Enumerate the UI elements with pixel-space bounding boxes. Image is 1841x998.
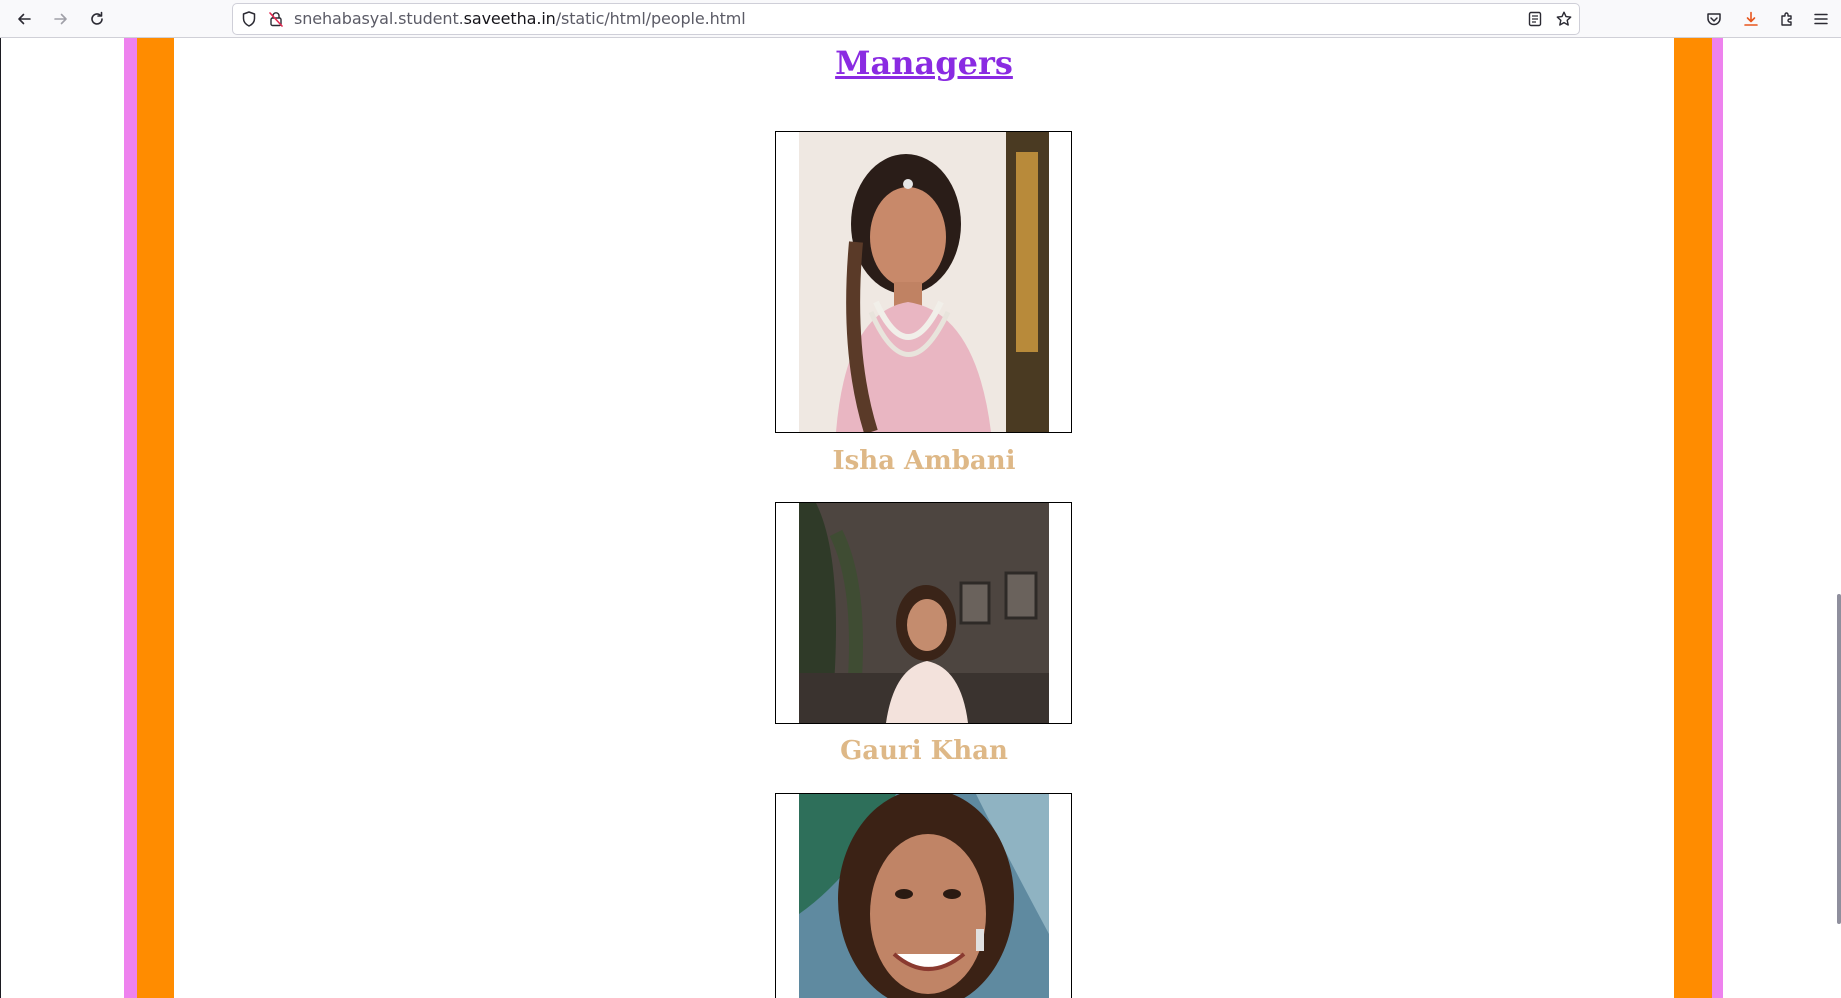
- address-bar[interactable]: snehabasyal.student.saveetha.in/static/h…: [232, 3, 1580, 35]
- person-photo-3: [775, 793, 1072, 998]
- right-pink-border: [1712, 38, 1723, 998]
- lock-insecure-icon[interactable]: [267, 4, 285, 34]
- download-icon: [1742, 10, 1760, 28]
- browser-window: snehabasyal.student.saveetha.in/static/h…: [0, 0, 1841, 998]
- reload-icon: [88, 10, 106, 28]
- pocket-button[interactable]: [1699, 5, 1729, 33]
- url-prefix: snehabasyal.student.: [294, 9, 464, 28]
- back-icon: [15, 10, 33, 28]
- downloads-button[interactable]: [1736, 5, 1766, 33]
- left-pink-border: [124, 38, 137, 998]
- bookmark-star-icon[interactable]: [1555, 4, 1573, 34]
- extensions-icon: [1778, 10, 1796, 28]
- shield-icon[interactable]: [240, 4, 258, 34]
- url-text[interactable]: snehabasyal.student.saveetha.in/static/h…: [294, 4, 746, 34]
- url-domain: saveetha.in: [463, 9, 556, 28]
- page-viewport: Managers Isha Ambani Gauri Khan: [0, 38, 1841, 998]
- reader-view-icon[interactable]: [1527, 4, 1543, 34]
- person-name-2: Gauri Khan: [840, 736, 1008, 766]
- main-content: Managers Isha Ambani Gauri Khan: [174, 38, 1674, 998]
- reload-button[interactable]: [82, 5, 112, 33]
- app-menu-button[interactable]: [1806, 5, 1836, 33]
- person-photo-1: [775, 131, 1072, 433]
- back-button[interactable]: [9, 5, 39, 33]
- pocket-icon: [1705, 10, 1723, 28]
- scrollbar-thumb[interactable]: [1837, 594, 1841, 924]
- extensions-button[interactable]: [1772, 5, 1802, 33]
- managers-heading-link[interactable]: Managers: [174, 44, 1674, 82]
- url-path: /static/html/people.html: [555, 9, 746, 28]
- forward-icon: [52, 10, 70, 28]
- person-name-1: Isha Ambani: [832, 446, 1016, 476]
- window-edge: [0, 38, 1, 998]
- right-orange-border: [1674, 38, 1712, 998]
- left-orange-border: [137, 38, 174, 998]
- browser-toolbar: snehabasyal.student.saveetha.in/static/h…: [0, 0, 1841, 38]
- forward-button[interactable]: [46, 5, 76, 33]
- person-photo-2: [775, 502, 1072, 724]
- menu-icon: [1812, 10, 1830, 28]
